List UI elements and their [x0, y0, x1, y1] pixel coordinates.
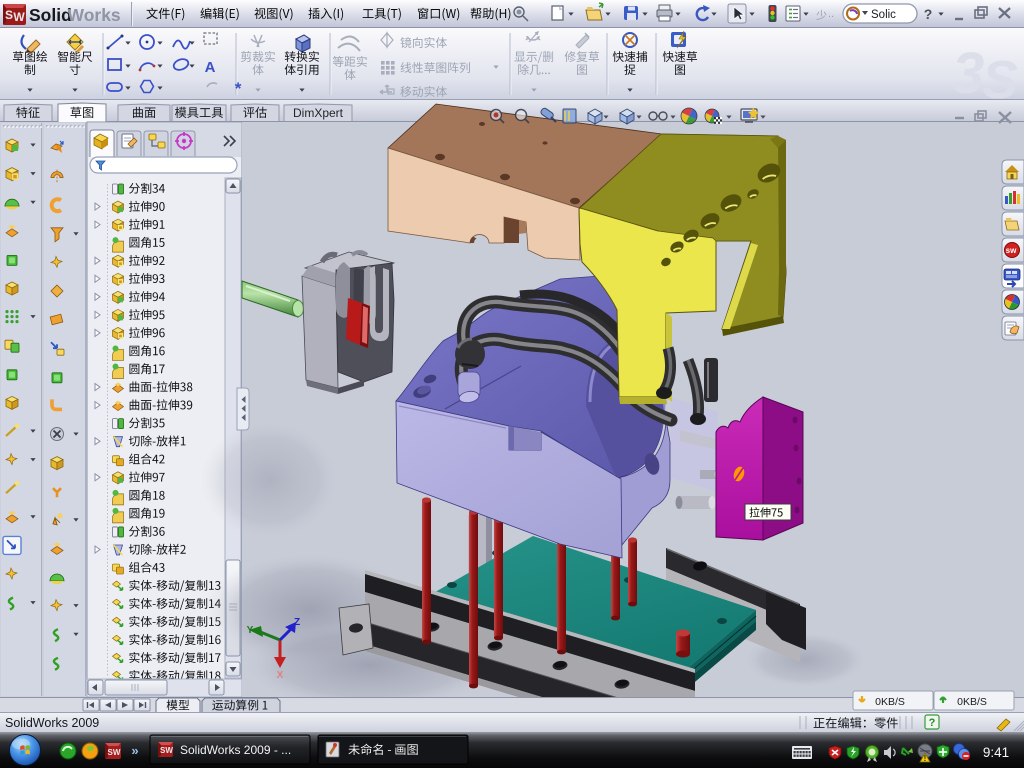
svg-text:*: *: [235, 79, 242, 98]
svg-text:DimXpert: DimXpert: [293, 106, 344, 120]
svg-text:Solid: Solid: [29, 5, 72, 25]
svg-text:SW: SW: [160, 746, 173, 755]
svg-text:SolidWorks 2009: SolidWorks 2009: [5, 716, 99, 730]
svg-text:9:41: 9:41: [983, 745, 1009, 760]
svg-text:..: ..: [828, 8, 834, 20]
svg-text:3: 3: [952, 41, 984, 106]
svg-text:?: ?: [929, 717, 936, 729]
svg-text:?: ?: [924, 6, 933, 22]
svg-text:!: !: [924, 754, 927, 763]
svg-text:X: X: [277, 670, 284, 681]
svg-text:Z: Z: [294, 617, 300, 628]
svg-text:Works: Works: [68, 5, 121, 25]
svg-text:Y: Y: [247, 625, 254, 636]
svg-text:sw: sw: [1006, 246, 1017, 255]
svg-text:S: S: [5, 8, 13, 22]
svg-text:»: »: [131, 743, 138, 758]
svg-text:SW: SW: [108, 748, 121, 757]
svg-text:0KB/S: 0KB/S: [875, 696, 905, 708]
svg-text:SolidWorks 2009 - ...: SolidWorks 2009 - ...: [180, 743, 291, 757]
svg-text:A: A: [205, 59, 216, 76]
svg-text:W: W: [13, 10, 25, 24]
svg-text:Solic: Solic: [871, 9, 896, 21]
svg-text:0KB/S: 0KB/S: [957, 696, 987, 708]
